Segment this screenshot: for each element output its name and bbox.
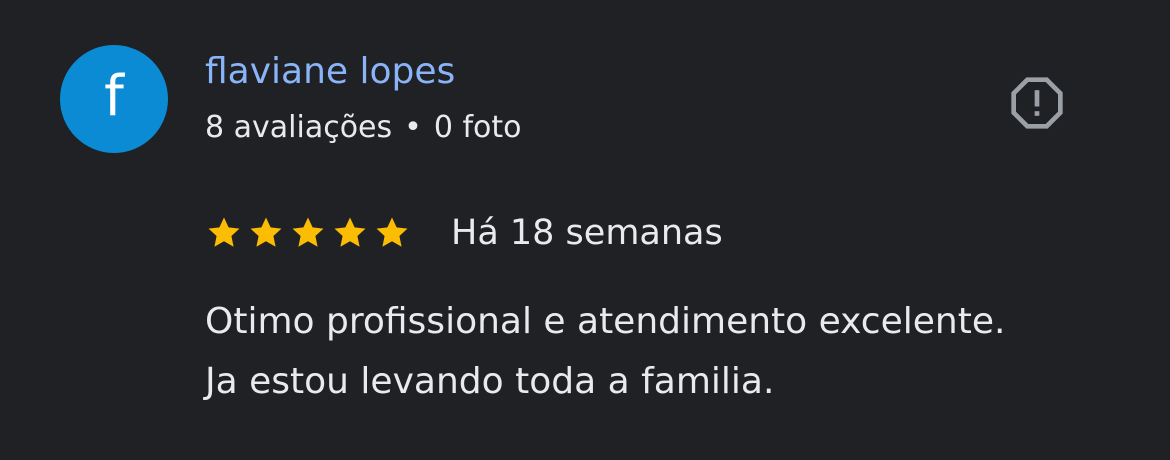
report-review-button[interactable] bbox=[1007, 75, 1067, 135]
review-date: Há 18 semanas bbox=[451, 213, 723, 253]
review-text-line: Ja estou levando toda a familia. bbox=[205, 361, 775, 402]
star-icon bbox=[373, 214, 411, 252]
author-name-link[interactable]: flaviane lopes bbox=[205, 50, 455, 94]
star-icon bbox=[331, 214, 369, 252]
avatar[interactable]: f bbox=[60, 45, 168, 153]
author-meta: 8 avaliações • 0 foto bbox=[205, 107, 522, 149]
report-flag-icon bbox=[1009, 75, 1065, 136]
photos-count: 0 foto bbox=[433, 110, 522, 145]
avatar-initial: f bbox=[104, 64, 124, 129]
review-text: Otimo profissional e atendimento excelen… bbox=[205, 292, 1125, 412]
review-text-line: Otimo profissional e atendimento excelen… bbox=[205, 301, 1006, 342]
meta-separator: • bbox=[404, 110, 422, 145]
star-icon bbox=[247, 214, 285, 252]
star-icon bbox=[205, 214, 243, 252]
rating-row: Há 18 semanas bbox=[205, 208, 723, 258]
reviews-count: 8 avaliações bbox=[205, 110, 393, 145]
star-rating bbox=[205, 214, 411, 252]
star-icon bbox=[289, 214, 327, 252]
review-card: f flaviane lopes 8 avaliações • 0 foto H… bbox=[0, 0, 1170, 460]
